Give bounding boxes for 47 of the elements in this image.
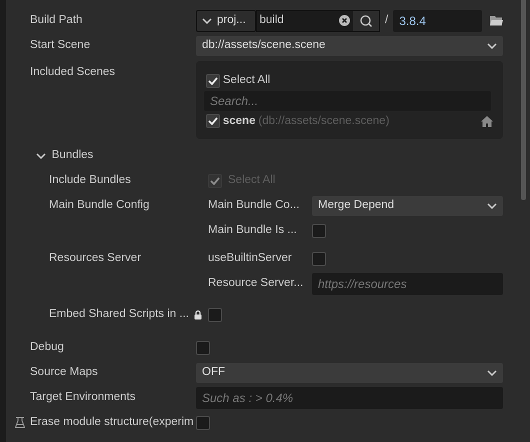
setting-label: Main Bundle Config — [49, 198, 150, 214]
setting-label: Build Path — [30, 12, 82, 28]
input-field[interactable]: https://resources — [312, 272, 503, 295]
search-button[interactable] — [353, 10, 380, 30]
setting-label: Debug — [30, 340, 64, 355]
search-icon — [360, 14, 372, 26]
checkbox[interactable] — [206, 114, 220, 128]
path-input-value: build — [258, 12, 285, 28]
setting-label: Target Environments — [30, 390, 136, 405]
path-field[interactable]: build — [256, 10, 380, 32]
setting-label: Included Scenes — [30, 65, 116, 80]
group-toggle[interactable]: Bundles — [36, 147, 94, 164]
checkbox[interactable] — [196, 340, 210, 355]
checkbox[interactable] — [312, 252, 326, 266]
chevron-down-icon — [202, 18, 212, 24]
setting-label: Erase module structure(experim — [30, 415, 194, 430]
setting-label: useBuiltinServer — [208, 251, 292, 266]
home-icon — [481, 116, 493, 127]
path-separator: / — [385, 12, 388, 28]
checkbox[interactable] — [196, 416, 210, 430]
scrollbar-thumb[interactable] — [521, 0, 526, 200]
source-dropdown[interactable]: proj... — [196, 10, 256, 32]
chevron-down-icon — [487, 202, 497, 209]
setting-label: Include Bundles — [49, 173, 131, 188]
checkbox[interactable] — [208, 308, 222, 322]
scene-name: scene — [222, 114, 256, 129]
setting-label: Resource Server... — [208, 276, 304, 291]
setting-label: Start Scene — [30, 38, 90, 53]
input-field[interactable]: Such as : > 0.4% — [196, 386, 503, 409]
setting-label: Main Bundle Is ... — [208, 223, 297, 238]
dropdown[interactable]: OFF — [196, 362, 503, 383]
setting-label: Main Bundle Co... — [208, 198, 300, 214]
dropdown[interactable]: Merge Depend — [312, 196, 503, 216]
version-field[interactable]: 3.8.4 — [393, 10, 482, 32]
dropdown[interactable]: db://assets/scene.scene — [196, 36, 503, 56]
folder-icon — [490, 15, 503, 26]
setting-label: Resources Server — [49, 251, 142, 266]
select-all-label: Select All — [222, 73, 270, 88]
chevron-down-icon — [487, 370, 497, 376]
checkbox[interactable] — [206, 74, 220, 88]
clear-icon — [339, 15, 350, 26]
setting-label: Source Maps — [30, 365, 98, 380]
chevron-down-icon — [487, 42, 497, 48]
checkbox[interactable] — [312, 224, 326, 238]
setting-label: Embed Shared Scripts in ... — [49, 307, 189, 322]
scene-path: (db://assets/scene.scene) — [258, 114, 390, 129]
search-field[interactable]: Search... — [204, 91, 491, 111]
